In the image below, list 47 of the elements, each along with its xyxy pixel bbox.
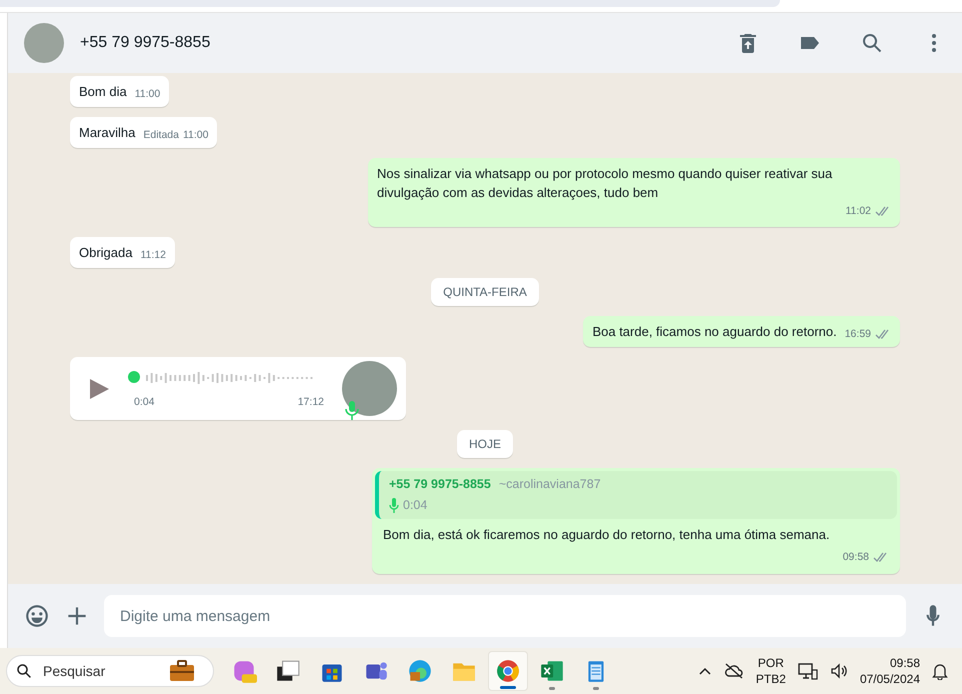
message-time: 16:59	[844, 327, 871, 342]
task-view-icon	[275, 658, 301, 684]
message-time: 11:12	[140, 248, 166, 263]
speaker-icon[interactable]	[830, 663, 848, 679]
microphone-icon	[389, 498, 399, 513]
taskbar-app-button[interactable]	[488, 651, 528, 691]
playback-dot[interactable]	[128, 371, 140, 383]
message-time: 17:12	[298, 395, 324, 410]
browser-icon	[407, 658, 433, 684]
message-text: Bom dia, está ok ficaremos no aguardo do retorno, tenha uma ótima semana.	[382, 526, 831, 544]
keyboard-layout[interactable]: PTB2	[756, 671, 786, 688]
message-text: Obrigada	[79, 244, 132, 262]
search-icon[interactable]	[860, 31, 884, 55]
message-time: 11:00	[134, 87, 160, 102]
quote-author: +55 79 9975-8855	[389, 476, 491, 493]
emoji-icon[interactable]	[24, 603, 50, 629]
clock-time[interactable]: 09:58	[890, 654, 920, 671]
network-icon[interactable]	[798, 662, 818, 680]
message-text: Nos sinalizar via whatsapp ou por protocolo mesmo quando quiser reativar sua divulgação com as devidas alteraçoes, tudo bem	[377, 165, 834, 202]
browser-icon	[495, 658, 521, 684]
language-indicator[interactable]: POR	[758, 654, 784, 671]
message-time: 09:58	[842, 550, 869, 565]
date-separator: HOJE	[456, 430, 513, 458]
clock-date[interactable]: 07/05/2024	[860, 671, 920, 688]
audio-duration: 0:04	[134, 395, 154, 410]
edited-label: Editada	[143, 128, 179, 143]
search-field[interactable]: Pesquisar	[41, 660, 161, 682]
double-check-icon	[873, 552, 889, 563]
briefcase-icon	[169, 660, 195, 682]
message-text: Bom dia	[79, 83, 127, 101]
cloud-off-icon[interactable]	[724, 663, 744, 679]
quote-handle: ~carolinaviana787	[498, 476, 601, 493]
contact-name[interactable]: +55 79 9975-8855	[80, 31, 698, 55]
double-check-icon	[875, 206, 891, 217]
message-time: 11:02	[846, 204, 871, 219]
message-input[interactable]: Digite uma mensagem	[104, 595, 906, 637]
double-check-icon	[875, 329, 891, 340]
message-text: Boa tarde, ficamos no aguardo do retorno.	[592, 323, 837, 341]
message-text: Maravilha	[79, 124, 136, 142]
audio-duration: 0:04	[403, 497, 428, 514]
taskbar-search-box[interactable]: Pesquisar	[6, 655, 214, 687]
message-time: 11:00	[182, 128, 208, 143]
bell-icon[interactable]	[932, 662, 948, 680]
microphone-icon	[345, 400, 359, 420]
date-separator: QUINTA-FEIRA	[431, 278, 539, 306]
search-icon	[15, 662, 33, 680]
play-icon[interactable]	[88, 376, 110, 400]
